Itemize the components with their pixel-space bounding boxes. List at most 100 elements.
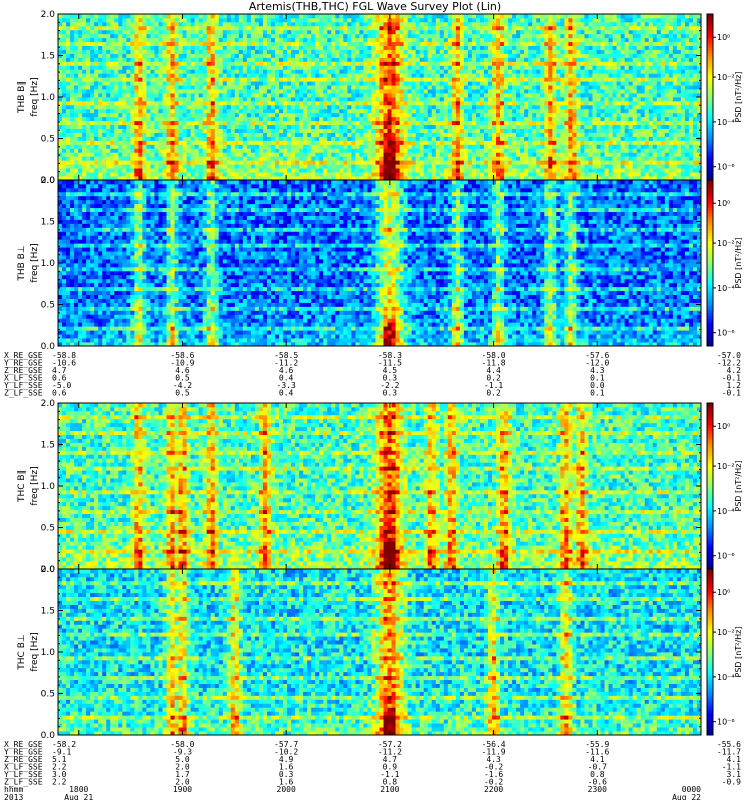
heatmap-cell bbox=[118, 14, 122, 18]
heatmap-cell bbox=[110, 81, 114, 85]
heatmap-cell bbox=[118, 34, 122, 38]
heatmap-cell bbox=[167, 129, 171, 133]
heatmap-cell bbox=[86, 57, 90, 61]
heatmap-cell bbox=[62, 156, 66, 160]
heatmap-cell bbox=[86, 69, 90, 73]
heatmap-cell bbox=[70, 38, 74, 42]
heatmap-cell bbox=[106, 93, 110, 97]
heatmap-cell bbox=[66, 34, 70, 38]
heatmap-cell bbox=[102, 105, 106, 109]
heatmap-cell bbox=[142, 30, 146, 34]
heatmap-cell bbox=[207, 14, 211, 18]
heatmap-cell bbox=[114, 164, 118, 168]
heatmap-cell bbox=[183, 144, 187, 148]
heatmap-cell bbox=[66, 133, 70, 137]
heatmap-cell bbox=[118, 125, 122, 129]
heatmap-cell bbox=[191, 22, 195, 26]
heatmap-cell bbox=[86, 34, 90, 38]
heatmap-cell bbox=[150, 109, 154, 113]
heatmap-cell bbox=[142, 105, 146, 109]
heatmap-cell bbox=[66, 73, 70, 77]
heatmap-cell bbox=[70, 172, 74, 176]
heatmap-cell bbox=[138, 105, 142, 109]
heatmap-cell bbox=[66, 22, 70, 26]
heatmap-cell bbox=[162, 18, 166, 22]
heatmap-cell bbox=[162, 113, 166, 117]
heatmap-cell bbox=[215, 152, 219, 156]
heatmap-cell bbox=[219, 46, 223, 50]
heatmap-cell bbox=[66, 26, 70, 30]
heatmap-cell bbox=[219, 57, 223, 61]
heatmap-cell bbox=[134, 121, 138, 125]
heatmap-cell bbox=[215, 137, 219, 141]
heatmap-cell bbox=[110, 38, 114, 42]
heatmap-cell bbox=[199, 160, 203, 164]
heatmap-cell bbox=[195, 144, 199, 148]
heatmap-cell bbox=[78, 105, 82, 109]
heatmap-cell bbox=[90, 57, 94, 61]
heatmap-cell bbox=[223, 129, 227, 133]
heatmap-cell bbox=[82, 148, 86, 152]
heatmap-cell bbox=[167, 172, 171, 176]
heatmap-cell bbox=[207, 73, 211, 77]
heatmap-cell bbox=[122, 109, 126, 113]
heatmap-cell bbox=[187, 69, 191, 73]
heatmap-cell bbox=[90, 73, 94, 77]
heatmap-cell bbox=[74, 61, 78, 65]
heatmap-cell bbox=[175, 69, 179, 73]
heatmap-cell bbox=[150, 34, 154, 38]
heatmap-cell bbox=[199, 97, 203, 101]
heatmap-cell bbox=[183, 18, 187, 22]
heatmap-cell bbox=[203, 26, 207, 30]
heatmap-cell bbox=[86, 65, 90, 69]
heatmap-cell bbox=[106, 164, 110, 168]
heatmap-cell bbox=[215, 113, 219, 117]
heatmap-cell bbox=[146, 164, 150, 168]
heatmap-cell bbox=[203, 121, 207, 125]
heatmap-cell bbox=[126, 168, 130, 172]
heatmap-cell bbox=[90, 172, 94, 176]
heatmap-cell bbox=[118, 117, 122, 121]
heatmap-cell bbox=[179, 85, 183, 89]
heatmap-cell bbox=[154, 61, 158, 65]
heatmap-cell bbox=[162, 129, 166, 133]
heatmap-cell bbox=[114, 172, 118, 176]
heatmap-cell bbox=[162, 97, 166, 101]
heatmap-cell bbox=[98, 93, 102, 97]
heatmap-cell bbox=[203, 61, 207, 65]
heatmap-cell bbox=[203, 117, 207, 121]
heatmap-cell bbox=[142, 22, 146, 26]
heatmap-cell bbox=[171, 164, 175, 168]
heatmap-cell bbox=[98, 144, 102, 148]
heatmap-cell bbox=[134, 89, 138, 93]
heatmap-cell bbox=[62, 26, 66, 30]
heatmap-cell bbox=[150, 57, 154, 61]
heatmap-cell bbox=[175, 121, 179, 125]
heatmap-cell bbox=[171, 172, 175, 176]
heatmap-cell bbox=[187, 26, 191, 30]
heatmap-cell bbox=[130, 105, 134, 109]
heatmap-cell bbox=[114, 34, 118, 38]
heatmap-cell bbox=[215, 81, 219, 85]
heatmap-cell bbox=[179, 140, 183, 144]
heatmap-cell bbox=[118, 156, 122, 160]
heatmap-cell bbox=[122, 117, 126, 121]
heatmap-cell bbox=[66, 105, 70, 109]
heatmap-cell bbox=[179, 129, 183, 133]
heatmap-cell bbox=[167, 65, 171, 69]
heatmap-cell bbox=[183, 54, 187, 58]
heatmap-cell bbox=[118, 121, 122, 125]
heatmap-cell bbox=[110, 93, 114, 97]
heatmap-cell bbox=[86, 148, 90, 152]
heatmap-cell bbox=[195, 81, 199, 85]
heatmap-cell bbox=[74, 85, 78, 89]
heatmap-cell bbox=[98, 81, 102, 85]
heatmap-cell bbox=[94, 113, 98, 117]
heatmap-cell bbox=[130, 93, 134, 97]
heatmap-cell bbox=[175, 89, 179, 93]
heatmap-cell bbox=[150, 22, 154, 26]
heatmap-cell bbox=[187, 97, 191, 101]
heatmap-cell bbox=[171, 160, 175, 164]
heatmap-cell bbox=[146, 156, 150, 160]
heatmap-cell bbox=[122, 61, 126, 65]
